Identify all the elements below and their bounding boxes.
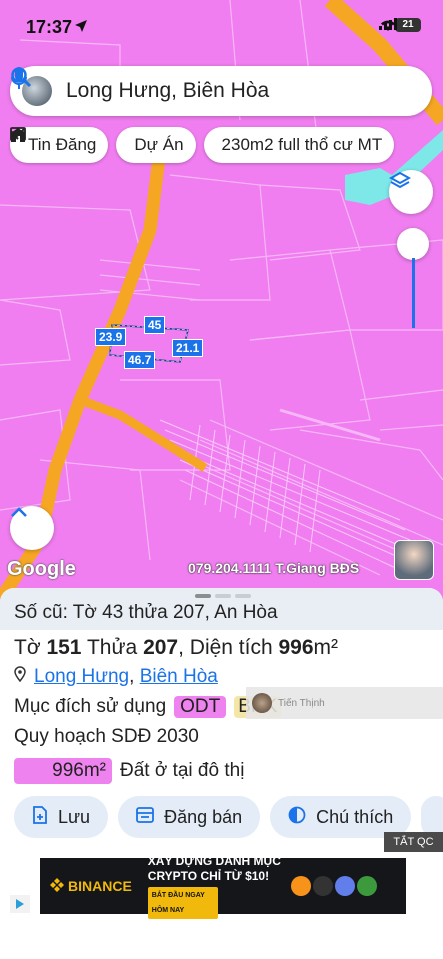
ethereum-icon: [334, 876, 355, 896]
ad-choices-icon[interactable]: [10, 895, 30, 913]
expand-up-button[interactable]: [10, 506, 54, 550]
post-sale-label: Đăng bán: [164, 806, 243, 827]
land-use-tag-odt: ODT: [174, 696, 227, 718]
legend-icon: [288, 806, 306, 829]
ad-brand: BINANCE: [50, 877, 132, 895]
ad-headline: XÂY DỰNG DANH MỤC CRYPTO CHỈ TỪ $10! BẮT…: [147, 854, 281, 919]
dimension-label-bottom: 46.7: [124, 351, 156, 369]
post-sale-button[interactable]: Đăng bán: [118, 796, 261, 838]
opacity-slider-handle[interactable]: [397, 228, 429, 260]
ad-banner[interactable]: BINANCE XÂY DỰNG DANH MỤC CRYPTO CHỈ TỪ …: [40, 854, 406, 919]
layers-button[interactable]: [389, 170, 433, 214]
ward-link[interactable]: Long Hưng: [34, 666, 129, 687]
chip-label: Tin Đăng: [28, 135, 97, 154]
search-input[interactable]: Long Hưng, Biên Hòa: [66, 79, 400, 103]
area-value: 996: [278, 636, 314, 659]
dimension-label-top: 45: [144, 316, 166, 334]
ad-cta[interactable]: BẮT ĐẦU NGAY HÔM NAY: [147, 886, 218, 919]
close-ad-button[interactable]: TẮT QC: [384, 832, 443, 852]
listing-icon: [136, 806, 154, 828]
status-time: 17:37: [26, 17, 73, 37]
sheet-number: 151: [46, 636, 82, 659]
location-line: Long Hưng, Biên Hòa: [14, 666, 218, 688]
legend-label: Chú thích: [316, 806, 394, 827]
status-bar: 17:37 21: [0, 0, 443, 56]
dimension-label-right: 21.1: [172, 339, 204, 357]
save-button[interactable]: Lưu: [14, 796, 109, 838]
opacity-slider-track[interactable]: [412, 258, 415, 328]
chip-label: 230m2 full thổ cư MT: [221, 135, 383, 154]
xrp-icon: [312, 876, 333, 896]
add-file-icon: [32, 805, 48, 829]
chip-du-an[interactable]: Dự Án: [11, 127, 196, 163]
filter-chips: Tin Đăng Dự Án 230m2 full thổ cư MT: [10, 127, 395, 163]
action-buttons: Lưu Đăng bán Chú thích: [14, 796, 443, 838]
google-logo: Google: [7, 558, 76, 580]
plot-info-sheet: Số cũ: Tờ 43 thửa 207, An Hòa Tờ 151 Thử…: [0, 588, 443, 828]
sheet-header[interactable]: Số cũ: Tờ 43 thửa 207, An Hòa: [0, 588, 443, 630]
page-indicator: [195, 594, 251, 598]
city-link[interactable]: Biên Hòa: [140, 666, 218, 687]
land-use-line: Mục đích sử dụng ODT BHK: [14, 696, 282, 718]
chip-label: Dự Án: [134, 135, 184, 154]
search-bar[interactable]: Long Hưng, Biên Hòa: [10, 66, 432, 116]
battery-icon: 21: [395, 18, 421, 32]
chip-saved-search[interactable]: 230m2 full thổ cư MT: [11, 127, 395, 163]
plot-summary: Tờ 151 Thửa 207, Diện tích 996m²: [14, 636, 339, 659]
location-pin-icon: [14, 666, 26, 688]
floating-overlay[interactable]: Tiến Thịnh: [246, 687, 443, 719]
planning-line: Quy hoạch SDĐ 2030: [14, 726, 199, 747]
map-view[interactable]: 45 23.9 21.1 46.7 17:37 21 Long Hưng, Bi…: [0, 0, 443, 600]
old-plot-info: Số cũ: Tờ 43 thửa 207, An Hòa: [14, 602, 278, 623]
binance-logo-icon: [50, 877, 64, 895]
bitcoin-icon: [290, 876, 311, 896]
ad-coins: [290, 876, 377, 896]
token-icon: [356, 876, 377, 896]
avatar: [252, 693, 272, 713]
land-type-label: Đất ở tại đô thị: [120, 760, 245, 781]
watermark-avatar: [394, 540, 434, 580]
dimension-label-left: 23.9: [95, 328, 127, 346]
area-line: 996m² Đất ở tại đô thị: [14, 758, 244, 784]
watermark-text: 079.204.1111 T.Giang BĐS: [188, 560, 360, 576]
overlay-name: Tiến Thịnh: [278, 697, 325, 709]
area-badge: 996m²: [14, 758, 112, 784]
save-label: Lưu: [58, 806, 91, 827]
land-use-label: Mục đích sử dụng: [14, 696, 167, 717]
parcel-number: 207: [143, 636, 179, 659]
